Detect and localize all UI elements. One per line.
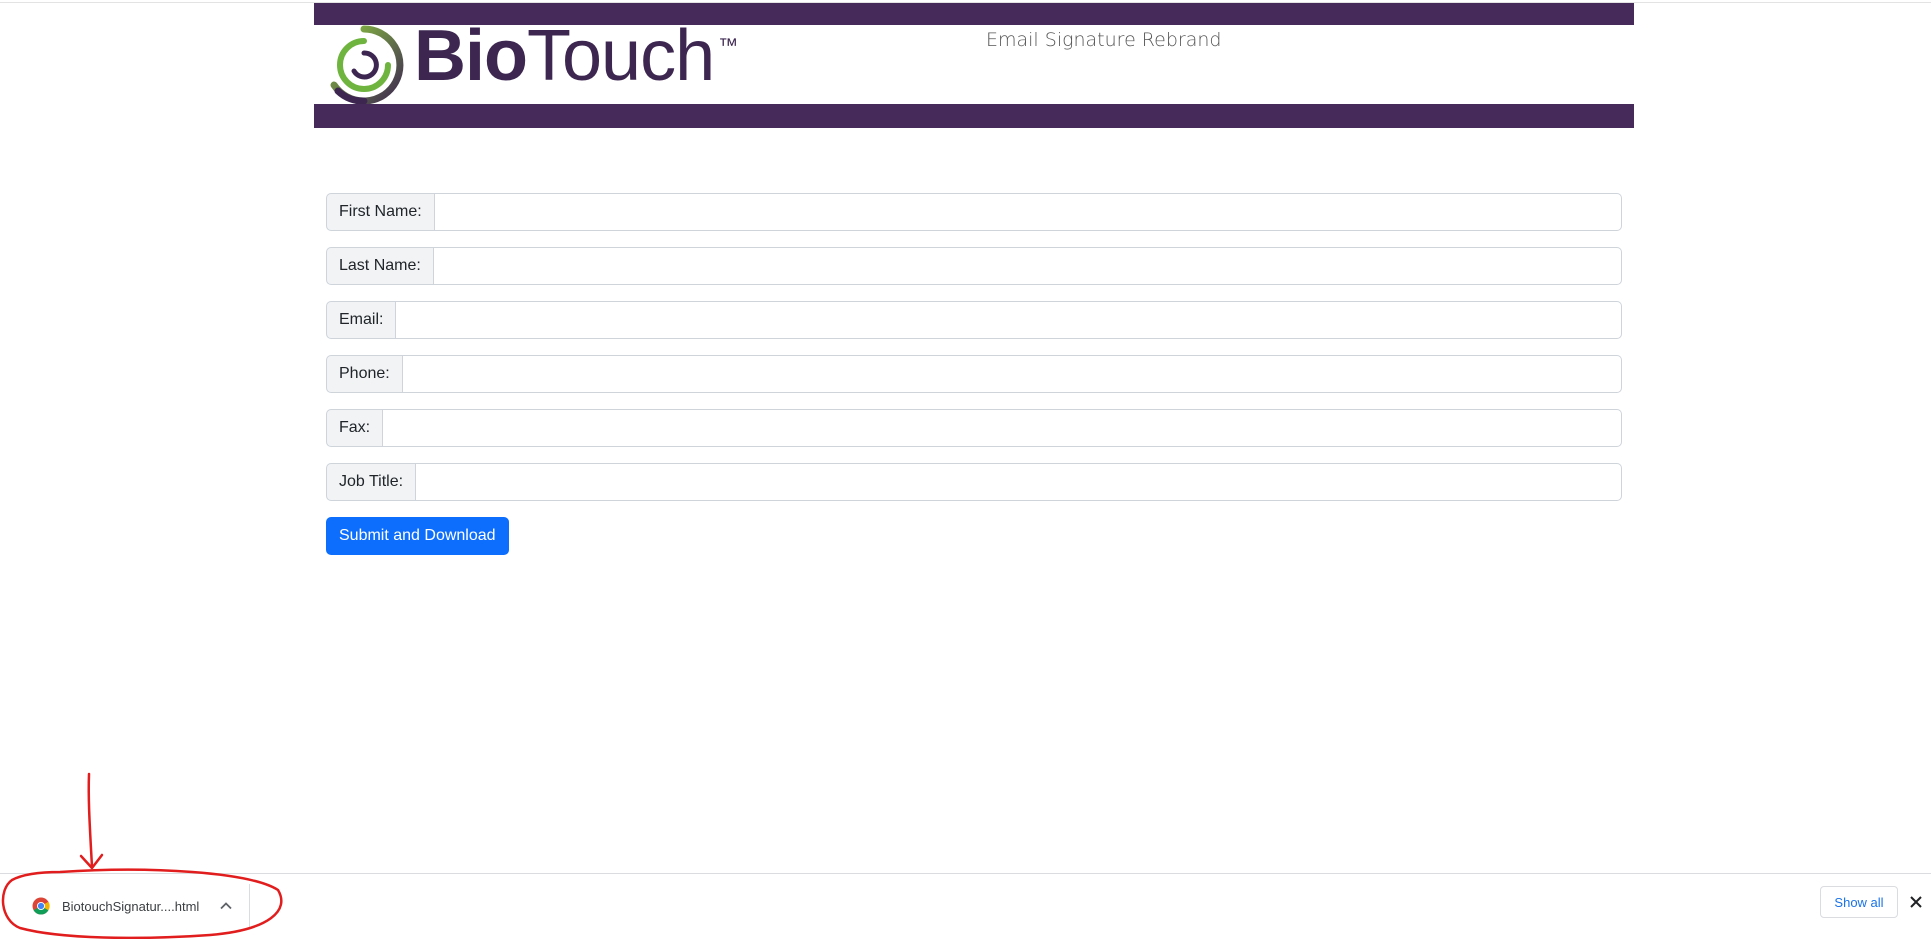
page-subtitle: Email Signature Rebrand — [986, 29, 1222, 51]
first-name-input[interactable] — [434, 193, 1622, 231]
email-input[interactable] — [396, 301, 1622, 339]
header-banner: BioTouch ™ Email Signature Rebrand — [314, 3, 1634, 128]
phone-input[interactable] — [402, 355, 1622, 393]
phone-group: Phone: — [326, 355, 1622, 393]
annotation-arrow — [87, 772, 94, 869]
last-name-label: Last Name: — [326, 247, 434, 285]
logo-bio: Bio — [414, 16, 528, 96]
job-title-group: Job Title: — [326, 463, 1622, 501]
biotouch-logo: BioTouch ™ — [324, 16, 738, 105]
signature-form: First Name: Last Name: Email: Phone: Fax… — [326, 193, 1622, 555]
first-name-group: First Name: — [326, 193, 1622, 231]
logo-wordmark: BioTouch ™ — [414, 16, 738, 114]
page: BioTouch ™ Email Signature Rebrand First … — [0, 0, 1931, 939]
logo-touch: Touch — [526, 16, 715, 96]
job-title-label: Job Title: — [326, 463, 417, 501]
email-group: Email: — [326, 301, 1622, 339]
last-name-group: Last Name: — [326, 247, 1622, 285]
fax-input[interactable] — [383, 409, 1622, 447]
download-filename: BiotouchSignatur....html — [62, 898, 200, 914]
banner-bottom-bar — [314, 104, 1634, 128]
fax-group: Fax: — [326, 409, 1622, 447]
chrome-icon — [32, 897, 50, 915]
phone-label: Phone: — [326, 355, 403, 393]
email-label: Email: — [326, 301, 397, 339]
download-separator — [249, 884, 250, 928]
download-item[interactable]: BiotouchSignatur....html — [22, 884, 250, 928]
first-name-label: First Name: — [326, 193, 435, 231]
show-all-button[interactable]: Show all — [1820, 886, 1898, 918]
fax-label: Fax: — [326, 409, 384, 447]
close-icon[interactable] — [1906, 892, 1926, 912]
annotation-arrowhead — [79, 853, 104, 870]
biotouch-logo-mark-icon — [330, 25, 404, 105]
submit-and-download-button[interactable]: Submit and Download — [326, 517, 509, 555]
job-title-input[interactable] — [416, 463, 1622, 501]
last-name-input[interactable] — [433, 247, 1622, 285]
logo-trademark: ™ — [718, 35, 738, 57]
chevron-up-icon[interactable] — [219, 899, 233, 913]
download-bar: BiotouchSignatur....html Show all — [0, 873, 1931, 939]
